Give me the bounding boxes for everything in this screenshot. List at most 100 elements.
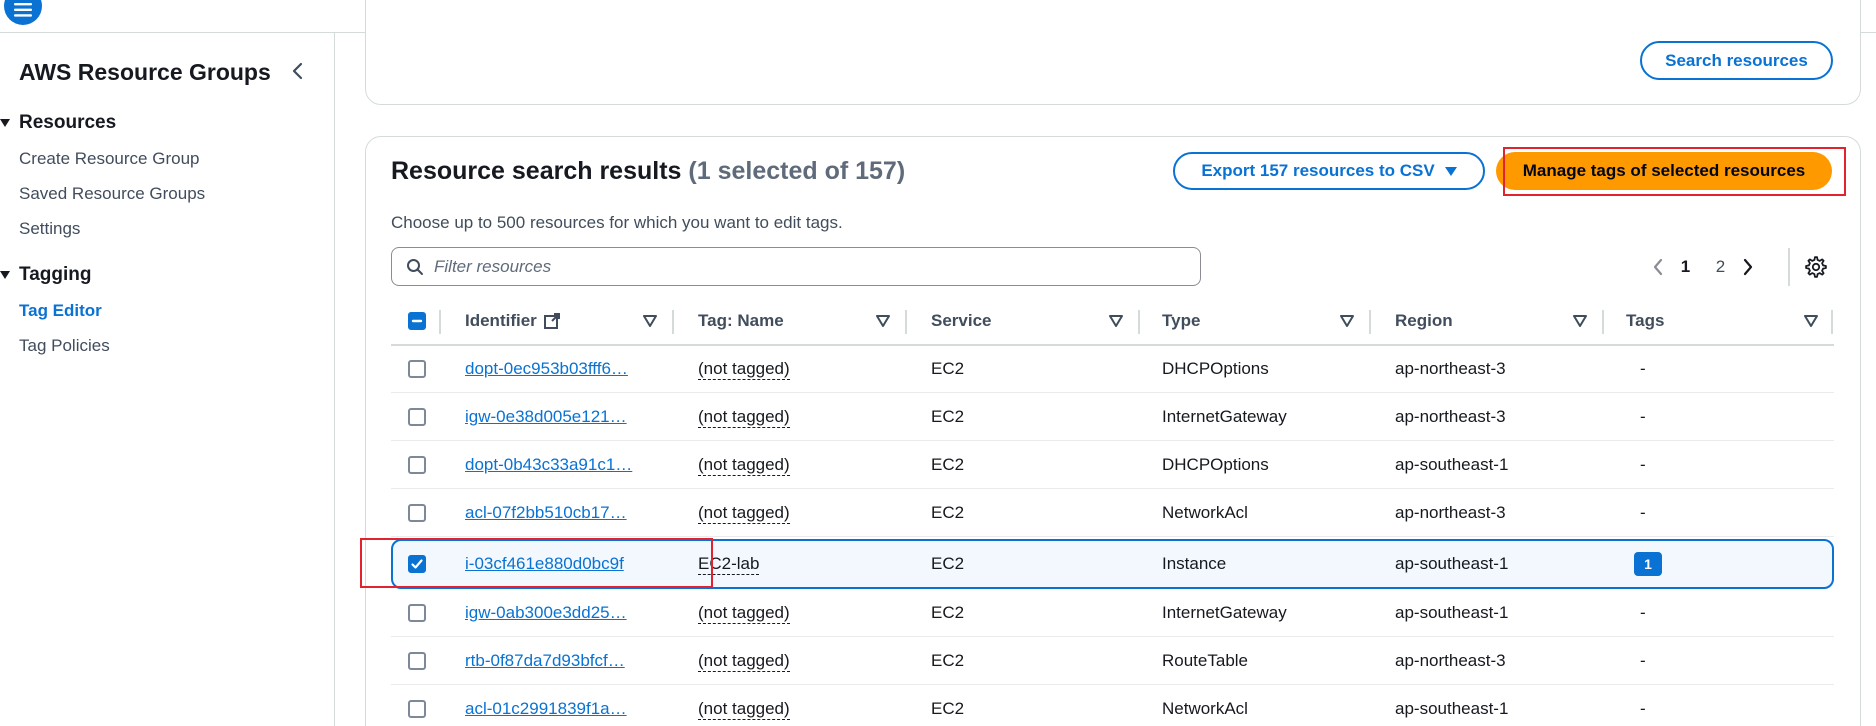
results-title: Resource search results (1 selected of 1… [391,157,906,185]
service-cell: EC2 [931,407,965,426]
tags-cell: - [1640,651,1646,670]
row-checkbox[interactable] [408,604,426,622]
sort-icon[interactable] [1340,315,1354,327]
divider [1788,248,1790,286]
column-header-tags[interactable]: Tags [1626,298,1826,344]
column-divider [905,310,907,334]
region-cell: ap-southeast-1 [1395,603,1509,622]
row-checkbox[interactable] [408,456,426,474]
table-row[interactable]: igw-0ab300e3dd25… (not tagged) EC2 Inter… [391,589,1834,637]
table-row[interactable]: rtb-0f87da7d93bfcf… (not tagged) EC2 Rou… [391,637,1834,685]
service-cell: EC2 [931,699,965,718]
region-cell: ap-northeast-3 [1395,651,1506,670]
search-criteria-panel [365,0,1861,105]
resource-identifier-link[interactable]: acl-07f2bb510cb17… [465,489,665,537]
results-description: Choose up to 500 resources for which you… [391,213,843,232]
caret-down-icon [1444,166,1457,176]
chevron-right-icon[interactable] [1738,257,1758,277]
table-row[interactable]: acl-01c2991839f1a… (not tagged) EC2 Netw… [391,685,1834,726]
type-cell: RouteTable [1162,651,1249,670]
tag-name-cell: (not tagged) [698,650,790,672]
filter-resources-input[interactable] [434,256,1134,277]
sidebar-section-tagging[interactable]: Tagging [0,264,91,286]
tag-count-badge[interactable]: 1 [1634,552,1662,576]
tag-name-cell: (not tagged) [698,698,790,720]
sort-icon[interactable] [876,315,890,327]
external-link-icon [543,313,560,329]
caret-down-icon [0,119,10,127]
tags-cell: - [1640,455,1646,474]
highlight-box [360,538,713,588]
table-row[interactable]: dopt-0b43c33a91c1… (not tagged) EC2 DHCP… [391,441,1834,489]
column-header-service[interactable]: Service [931,298,1131,344]
page-2[interactable]: 2 [1703,257,1738,277]
row-checkbox[interactable] [408,408,426,426]
resource-identifier-link[interactable]: rtb-0f87da7d93bfcf… [465,637,665,685]
search-resources-button[interactable]: Search resources [1640,41,1833,80]
sidebar-item-create-resource-group[interactable]: Create Resource Group [19,149,199,169]
type-cell: NetworkAcl [1162,503,1248,522]
gear-icon[interactable] [1804,255,1828,279]
export-csv-button[interactable]: Export 157 resources to CSV [1173,152,1485,190]
type-cell: InternetGateway [1162,407,1287,426]
chevron-left-icon[interactable] [288,59,308,83]
filter-resources-input-wrapper[interactable] [391,247,1201,286]
type-cell: NetworkAcl [1162,699,1248,718]
table-row[interactable]: dopt-0ec953b03fff6… (not tagged) EC2 DHC… [391,345,1834,393]
column-header-tag-name[interactable]: Tag: Name [698,298,898,344]
column-divider [1831,310,1833,334]
sidebar-item-saved-resource-groups[interactable]: Saved Resource Groups [19,184,205,204]
column-header-region[interactable]: Region [1395,298,1595,344]
tags-cell: - [1640,503,1646,522]
tags-cell: - [1640,359,1646,378]
sidebar-section-resources[interactable]: Resources [0,112,116,134]
service-cell: EC2 [931,603,965,622]
chevron-left-icon[interactable] [1648,257,1668,277]
type-cell: DHCPOptions [1162,359,1269,378]
page-1[interactable]: 1 [1668,257,1703,277]
region-cell: ap-southeast-1 [1395,455,1509,474]
tag-name-cell: (not tagged) [698,454,790,476]
resource-identifier-link[interactable]: dopt-0b43c33a91c1… [465,441,665,489]
tag-name-cell: EC2-lab [698,553,760,575]
service-cell: EC2 [931,554,965,573]
sort-icon[interactable] [643,315,657,327]
type-cell: DHCPOptions [1162,455,1269,474]
tag-name-cell: (not tagged) [698,502,790,524]
column-divider [1138,310,1140,334]
table-row[interactable]: acl-07f2bb510cb17… (not tagged) EC2 Netw… [391,489,1834,537]
row-checkbox[interactable] [408,504,426,522]
sort-icon[interactable] [1109,315,1123,327]
column-divider [672,310,674,334]
pagination: 1 2 [1648,252,1758,282]
select-all-checkbox[interactable] [408,312,426,330]
sidebar-item-tag-policies[interactable]: Tag Policies [19,336,110,356]
region-cell: ap-northeast-3 [1395,503,1506,522]
selection-count: (1 selected of 157) [688,157,906,185]
resource-identifier-link[interactable]: igw-0ab300e3dd25… [465,589,665,637]
tag-name-cell: (not tagged) [698,602,790,624]
column-header-identifier[interactable]: Identifier [465,298,665,344]
caret-down-icon [0,271,10,279]
table-row[interactable]: igw-0e38d005e121… (not tagged) EC2 Inter… [391,393,1834,441]
resource-identifier-link[interactable]: acl-01c2991839f1a… [465,685,665,726]
tags-cell: - [1640,603,1646,622]
region-cell: ap-southeast-1 [1395,699,1509,718]
column-header-type[interactable]: Type [1162,298,1362,344]
resource-identifier-link[interactable]: igw-0e38d005e121… [465,393,665,441]
sidebar-title: AWS Resource Groups [19,59,271,85]
row-checkbox[interactable] [408,700,426,718]
resource-identifier-link[interactable]: dopt-0ec953b03fff6… [465,345,665,393]
side-navigation: AWS Resource Groups Resources Create Res… [0,33,335,726]
column-divider [439,310,441,334]
tag-name-cell: (not tagged) [698,358,790,380]
row-checkbox[interactable] [408,360,426,378]
row-checkbox[interactable] [408,652,426,670]
tags-cell[interactable]: 1 [1634,541,1734,587]
sort-icon[interactable] [1804,315,1818,327]
hamburger-menu-icon[interactable] [4,0,42,25]
highlight-box [1503,147,1846,196]
sidebar-item-settings[interactable]: Settings [19,219,80,239]
sort-icon[interactable] [1573,315,1587,327]
sidebar-item-tag-editor[interactable]: Tag Editor [19,301,102,321]
